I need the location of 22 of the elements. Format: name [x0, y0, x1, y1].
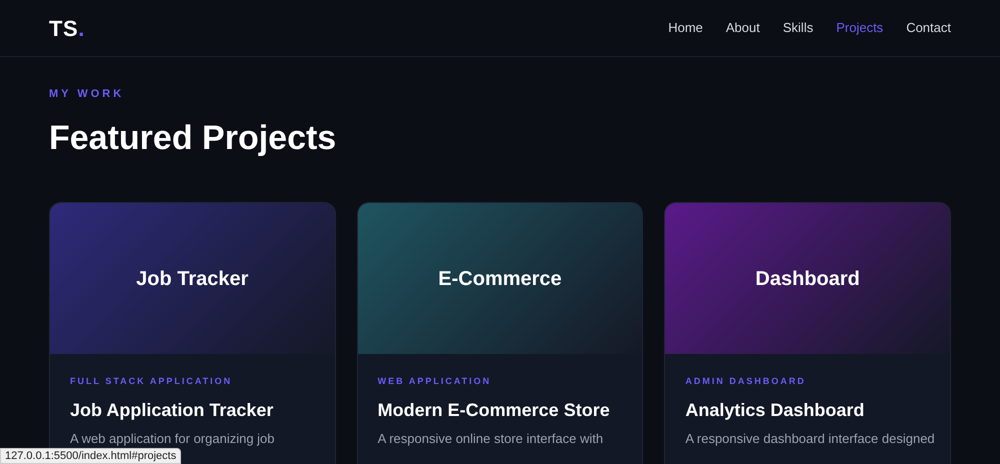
- project-title: Job Application Tracker: [70, 398, 274, 422]
- project-card[interactable]: Dashboard ADMIN DASHBOARD Analytics Dashboard A responsive dashboard interface designed: [664, 202, 951, 464]
- description-line: A web application for organizing job: [70, 430, 276, 448]
- project-card[interactable]: E-Commerce WEB APPLICATION Modern E-Commerce Store A responsive online store interface with: [356, 202, 644, 464]
- nav-link[interactable]: Home: [668, 18, 703, 38]
- project-tag: WEB APPLICATION: [378, 375, 622, 388]
- project-tag: ADMIN DASHBOARD: [685, 375, 930, 388]
- project-title: Modern E-Commerce Store: [378, 398, 611, 422]
- status-url: 127.0.0.1:5500/index.html#projects: [0, 448, 182, 464]
- nav-link[interactable]: Skills: [782, 18, 814, 38]
- nav-link[interactable]: Projects: [836, 18, 884, 38]
- project-tag: FULL STACK APPLICATION: [70, 375, 315, 388]
- nav-link[interactable]: Contact: [906, 18, 951, 38]
- banner-title: Job Tracker: [136, 266, 248, 292]
- banner-title: Dashboard: [755, 266, 860, 292]
- section-eyebrow: MY WORK: [49, 87, 126, 102]
- logo[interactable]: TS.: [49, 12, 85, 44]
- description-line: A responsive online store interface with: [378, 430, 604, 448]
- banner-title: E-Commerce: [438, 266, 562, 292]
- project-title: Analytics Dashboard: [685, 398, 866, 422]
- section-heading: Featured Projects: [49, 118, 338, 158]
- nav-link[interactable]: About: [726, 18, 760, 38]
